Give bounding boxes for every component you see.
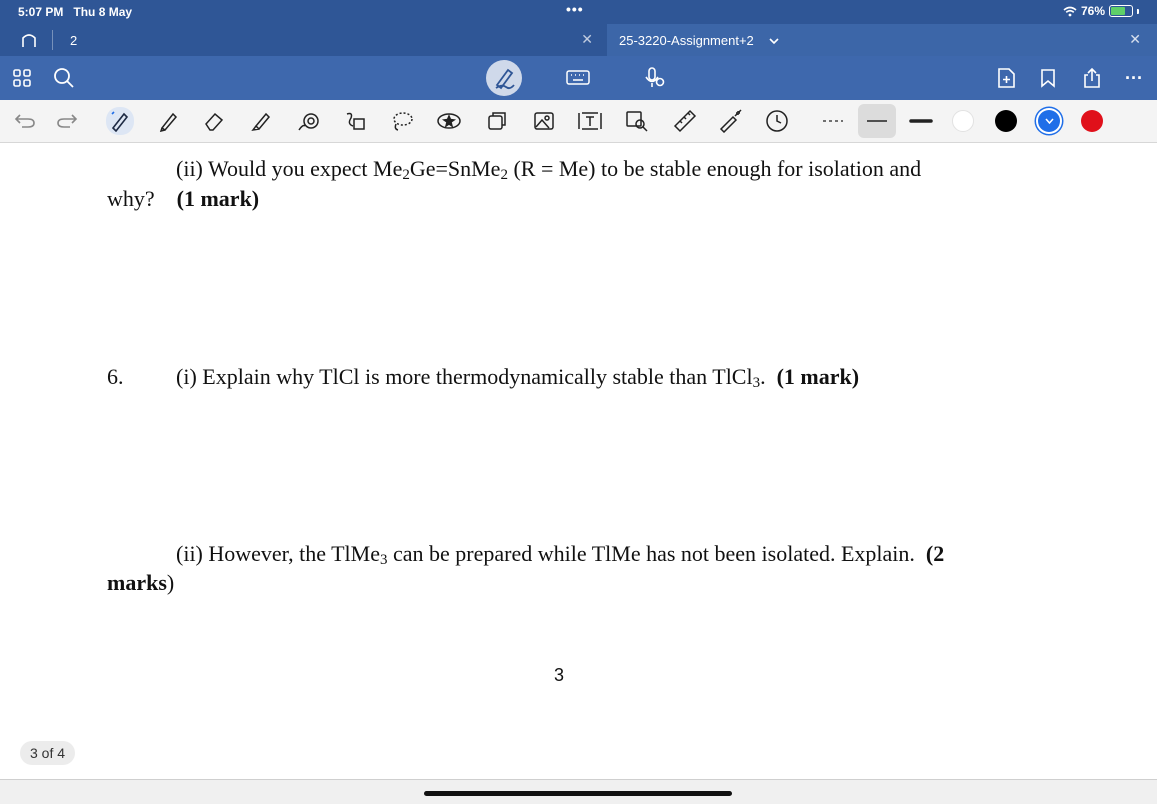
question-6ii-line-1: (ii) However, the TlMe3 can be prepared … (176, 541, 945, 568)
question-6ii-line-2: marks) (107, 570, 175, 595)
search-icon[interactable] (52, 66, 76, 90)
thin-line-icon[interactable] (864, 108, 890, 134)
multitask-dots[interactable]: ••• (566, 1, 584, 17)
tab-bar: 2 ✕ 25-3220-Assignment+2 ✕ (0, 24, 1157, 56)
battery-percent: 76% (1080, 4, 1105, 18)
tab-label: 25-3220-Assignment+2 (619, 33, 754, 48)
tab-assignment[interactable]: 25-3220-Assignment+2 ✕ (607, 24, 1157, 56)
mark-label: (2 (925, 541, 945, 566)
eraser-icon[interactable] (201, 108, 227, 134)
pen-icon[interactable] (106, 107, 134, 135)
black-color-swatch[interactable] (995, 110, 1017, 132)
grid-icon[interactable] (10, 66, 34, 90)
blue-color-swatch[interactable] (1038, 110, 1060, 132)
timer-icon[interactable] (764, 108, 790, 134)
mark-label: (1 mark) (776, 364, 860, 389)
bookmark-icon[interactable] (1036, 66, 1060, 90)
close-tab-icon[interactable]: ✕ (581, 31, 593, 48)
share-icon[interactable] (1080, 66, 1104, 90)
dictate-icon[interactable] (642, 66, 666, 90)
wifi-icon (1063, 6, 1077, 16)
page-indicator[interactable]: 3 of 4 (20, 741, 76, 765)
redo-icon[interactable] (54, 108, 80, 134)
status-right: 76% (1063, 4, 1139, 18)
highlighter-icon[interactable] (248, 108, 274, 134)
question-5ii-line-2: why? (1 mark) (107, 186, 260, 211)
question-6i: (i) Explain why TlCl is more thermodynam… (176, 364, 860, 391)
text-box-icon[interactable] (577, 108, 603, 134)
status-time: 5:07 PM Thu 8 May (18, 5, 133, 19)
keyboard-icon[interactable] (566, 66, 590, 90)
pen-mode-icon[interactable] (486, 60, 522, 96)
sticker-icon[interactable] (436, 108, 462, 134)
tab-label: 2 (70, 33, 78, 48)
status-bar: 5:07 PM Thu 8 May ••• 76% (0, 0, 1157, 24)
lasso-icon[interactable] (389, 108, 415, 134)
question-6-number: 6. (107, 364, 124, 389)
dashed-line-icon[interactable] (820, 108, 846, 134)
bottom-bar (0, 779, 1157, 804)
scan-icon[interactable] (624, 108, 650, 134)
ruler-icon[interactable] (672, 108, 698, 134)
mark-label: (1 mark) (176, 186, 260, 211)
add-page-icon[interactable] (994, 66, 1018, 90)
pencil-icon[interactable] (156, 108, 182, 134)
laser-pointer-icon[interactable] (718, 108, 744, 134)
page-number: 3 (554, 665, 565, 685)
thick-line-icon[interactable] (908, 108, 934, 134)
undo-icon[interactable] (12, 108, 38, 134)
lasso-text-icon[interactable] (342, 108, 368, 134)
shape-icon[interactable] (296, 108, 322, 134)
main-toolbar: ··· (0, 56, 1157, 100)
chevron-down-icon[interactable] (769, 33, 779, 51)
more-icon[interactable]: ··· (1122, 66, 1146, 90)
drawing-toolbar (0, 100, 1157, 143)
close-tab-icon[interactable]: ✕ (1129, 31, 1141, 48)
home-icon[interactable] (20, 31, 38, 54)
white-color-swatch[interactable] (952, 110, 974, 132)
tab-2[interactable]: 2 ✕ (52, 24, 607, 56)
battery-icon (1109, 5, 1133, 17)
document-page: (ii) Would you expect Me2Ge=SnMe2 (R = M… (0, 143, 1157, 779)
red-color-swatch[interactable] (1081, 110, 1103, 132)
home-indicator[interactable] (424, 791, 732, 796)
element-icon[interactable] (484, 108, 510, 134)
image-icon[interactable] (531, 108, 557, 134)
question-5ii-line-1: (ii) Would you expect Me2Ge=SnMe2 (R = M… (176, 156, 922, 183)
